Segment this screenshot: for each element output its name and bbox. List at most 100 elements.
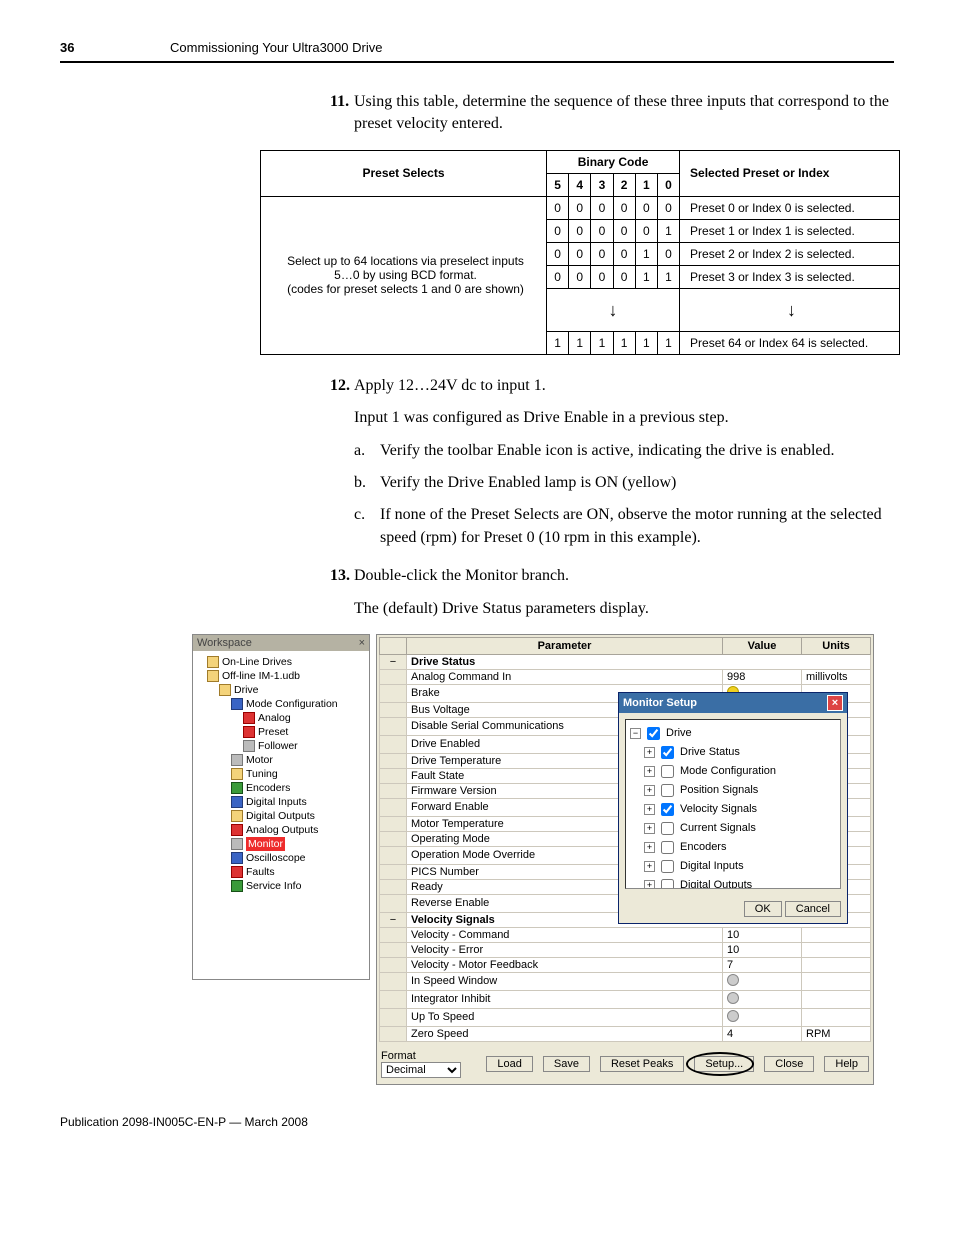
setup-button[interactable]: Setup... xyxy=(694,1056,754,1072)
side-note-line1: Select up to 64 locations via preselect … xyxy=(287,254,524,268)
th-binary-code: Binary Code xyxy=(547,150,680,173)
tree-item-label[interactable]: Encoders xyxy=(680,841,726,853)
help-button[interactable]: Help xyxy=(824,1056,869,1072)
tree-checkbox[interactable] xyxy=(661,879,674,889)
param-name: Zero Speed xyxy=(407,1026,723,1041)
dialog-close-icon[interactable]: × xyxy=(827,695,843,711)
param-value xyxy=(723,990,802,1008)
ok-button[interactable]: OK xyxy=(744,901,782,917)
param-name: Velocity - Motor Feedback xyxy=(407,957,723,972)
tree-checkbox[interactable] xyxy=(647,727,660,740)
param-value: 998 xyxy=(723,669,802,684)
step-12-text: Apply 12…24V dc to input 1. xyxy=(354,375,894,397)
arrow-down-icon: ↓ xyxy=(787,300,796,320)
param-units: millivolts xyxy=(802,669,871,684)
tree-checkbox[interactable] xyxy=(661,803,674,816)
tree-item-label[interactable]: Digital Outputs xyxy=(680,879,752,889)
tree-item-label[interactable]: Velocity Signals xyxy=(680,803,757,815)
param-name: In Speed Window xyxy=(407,972,723,990)
close-button[interactable]: Close xyxy=(764,1056,814,1072)
param-value xyxy=(723,972,802,990)
status-led xyxy=(727,974,739,986)
tree-checkbox[interactable] xyxy=(661,841,674,854)
workspace-title: Workspace xyxy=(197,637,252,649)
tree-item-label[interactable]: Drive xyxy=(666,727,692,739)
param-value: 4 xyxy=(723,1026,802,1041)
format-label: Format xyxy=(381,1050,416,1062)
param-units xyxy=(802,972,871,990)
tree-monitor[interactable]: Monitor xyxy=(246,837,285,851)
expand-icon[interactable]: + xyxy=(644,747,655,758)
side-note-line3: (codes for preset selects 1 and 0 are sh… xyxy=(287,282,524,296)
step-12a: Verify the toolbar Enable icon is active… xyxy=(380,440,835,462)
th-preset-selects: Preset Selects xyxy=(261,150,547,196)
reset-peaks-button[interactable]: Reset Peaks xyxy=(600,1056,684,1072)
th-bit-4: 4 xyxy=(569,173,591,196)
th-parameter: Parameter xyxy=(407,637,723,654)
param-name: Up To Speed xyxy=(407,1008,723,1026)
expand-icon[interactable]: + xyxy=(644,861,655,872)
monitor-setup-dialog: Monitor Setup × − Drive + Drive Status + Mode… xyxy=(618,692,848,924)
arrow-down-icon: ↓ xyxy=(609,300,618,320)
bottom-bar: Format Decimal Load Save Reset Peaks Set… xyxy=(379,1046,871,1082)
param-name: Velocity - Error xyxy=(407,942,723,957)
expand-icon[interactable]: + xyxy=(644,785,655,796)
row0-sel: Preset 0 or Index 0 is selected. xyxy=(680,196,900,219)
expand-icon[interactable]: + xyxy=(644,842,655,853)
tree-item-label[interactable]: Digital Inputs xyxy=(680,860,744,872)
param-units xyxy=(802,990,871,1008)
param-name: Analog Command In xyxy=(407,669,723,684)
tree-item-label[interactable]: Position Signals xyxy=(680,784,758,796)
row0-b5: 0 xyxy=(547,196,569,219)
preset-table: Preset Selects Binary Code Selected Pres… xyxy=(260,150,900,355)
header-rule xyxy=(60,61,894,63)
monitor-setup-tree[interactable]: − Drive + Drive Status + Mode Configuration + P… xyxy=(625,719,841,889)
step-12b: Verify the Drive Enabled lamp is ON (yel… xyxy=(380,472,676,494)
param-value: 10 xyxy=(723,942,802,957)
header-title: Commissioning Your Ultra3000 Drive xyxy=(170,40,382,55)
workspace-close-icon[interactable]: × xyxy=(359,637,365,649)
step-12c: If none of the Preset Selects are ON, ob… xyxy=(380,504,894,549)
th-selected: Selected Preset or Index xyxy=(680,150,900,196)
param-value: 10 xyxy=(723,927,802,942)
expand-icon[interactable]: − xyxy=(630,728,641,739)
param-value xyxy=(723,1008,802,1026)
tree-checkbox[interactable] xyxy=(661,746,674,759)
step-13-sub: The (default) Drive Status parameters di… xyxy=(354,598,894,620)
step-12-sub: Input 1 was configured as Drive Enable i… xyxy=(354,407,894,429)
cancel-button[interactable]: Cancel xyxy=(785,901,841,917)
expand-icon[interactable]: + xyxy=(644,804,655,815)
tree-item-label[interactable]: Drive Status xyxy=(680,746,740,758)
save-button[interactable]: Save xyxy=(543,1056,590,1072)
tree-checkbox[interactable] xyxy=(661,784,674,797)
monitor-setup-title: Monitor Setup xyxy=(623,697,697,709)
th-value: Value xyxy=(723,637,802,654)
th-bit-3: 3 xyxy=(591,173,613,196)
software-screenshot: Workspace × On-Line Drives Off-line IM-1… xyxy=(192,634,874,1085)
tree-item-label[interactable]: Current Signals xyxy=(680,822,756,834)
format-select[interactable]: Decimal xyxy=(381,1062,461,1078)
th-bit-0: 0 xyxy=(657,173,679,196)
tree-checkbox[interactable] xyxy=(661,765,674,778)
expand-icon[interactable]: + xyxy=(644,880,655,889)
expand-icon[interactable]: + xyxy=(644,766,655,777)
param-units xyxy=(802,957,871,972)
workspace-tree[interactable]: On-Line Drives Off-line IM-1.udb Drive M… xyxy=(193,651,369,979)
load-button[interactable]: Load xyxy=(486,1056,532,1072)
param-units: RPM xyxy=(802,1026,871,1041)
expand-icon[interactable]: + xyxy=(644,823,655,834)
collapse-icon[interactable]: − xyxy=(380,654,407,669)
tree-item-label[interactable]: Mode Configuration xyxy=(680,765,776,777)
param-units xyxy=(802,1008,871,1026)
th-bit-1: 1 xyxy=(635,173,657,196)
step-12-number: 12. xyxy=(330,375,354,397)
param-name: Integrator Inhibit xyxy=(407,990,723,1008)
tree-checkbox[interactable] xyxy=(661,860,674,873)
th-bit-5: 5 xyxy=(547,173,569,196)
group-header: Drive Status xyxy=(407,654,871,669)
param-value: 7 xyxy=(723,957,802,972)
tree-checkbox[interactable] xyxy=(661,822,674,835)
param-name: Velocity - Command xyxy=(407,927,723,942)
collapse-icon[interactable]: − xyxy=(380,912,407,927)
param-units xyxy=(802,927,871,942)
